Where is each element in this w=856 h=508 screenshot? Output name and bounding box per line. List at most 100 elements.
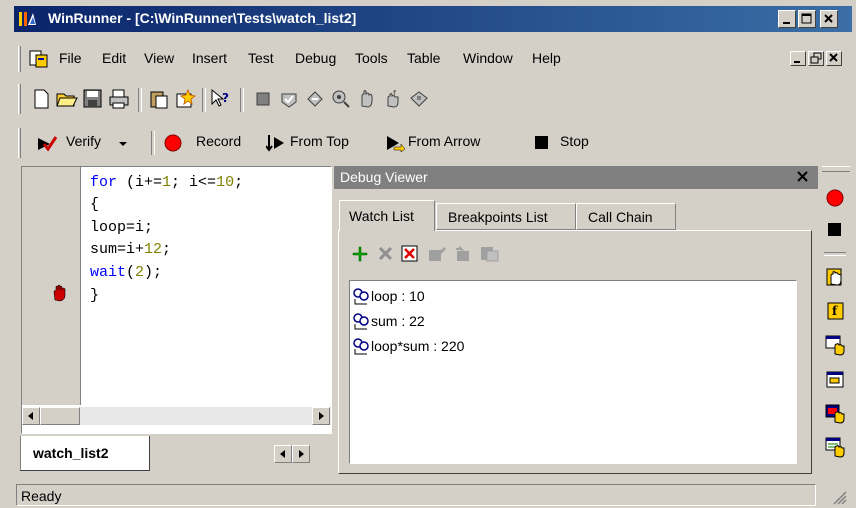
debug-viewer-header[interactable]: Debug Viewer	[334, 166, 818, 189]
tab-breakpoints-list[interactable]: Breakpoints List	[436, 203, 576, 230]
record-context-icon[interactable]	[252, 88, 274, 110]
watch-item-label: loop : 10	[371, 288, 425, 304]
svg-text:f: f	[393, 89, 396, 98]
tab-scroll-left-button[interactable]	[274, 445, 292, 463]
bitmap-checkpoint-icon[interactable]	[330, 88, 352, 110]
menubar-grip[interactable]	[18, 46, 22, 72]
editor-tab-strip: watch_list2	[18, 436, 332, 476]
toolbar-grip[interactable]	[18, 84, 22, 114]
restore-icon	[810, 52, 822, 64]
code-line-1[interactable]: for (i+=1; i<=10;	[90, 174, 243, 191]
menu-edit[interactable]: Edit	[102, 50, 126, 66]
verify-dropdown[interactable]: Verify	[36, 128, 154, 158]
paste-icon[interactable]	[148, 88, 170, 110]
new-icon[interactable]	[30, 88, 52, 110]
gutter-divider	[80, 167, 81, 405]
vertical-toolbar: f	[820, 166, 852, 478]
document-menu-icon[interactable]	[28, 48, 50, 70]
menu-table[interactable]: Table	[407, 50, 440, 66]
record-icon	[164, 134, 182, 152]
learn-icon[interactable]	[408, 88, 430, 110]
chevron-down-icon	[119, 142, 127, 146]
add-watch-icon[interactable]	[351, 245, 369, 263]
editor-tab-label: watch_list2	[33, 445, 109, 461]
toolbar-grip[interactable]	[822, 166, 850, 172]
toolbar-separator	[240, 88, 244, 112]
menu-test[interactable]: Test	[248, 50, 274, 66]
minimize-button[interactable]	[778, 10, 796, 28]
menu-file[interactable]: File	[59, 50, 82, 66]
mdi-minimize-button[interactable]	[790, 51, 806, 66]
open-folder-icon[interactable]	[56, 88, 78, 110]
toolbar-grip[interactable]	[18, 128, 22, 158]
edit-value-icon[interactable]	[454, 245, 474, 263]
run-from-top-button[interactable]: From Top	[266, 128, 378, 158]
scroll-right-button[interactable]	[312, 407, 330, 425]
function-hand-icon[interactable]: f	[382, 88, 404, 110]
save-icon[interactable]	[82, 88, 104, 110]
tab-watch-list2[interactable]: watch_list2	[20, 436, 150, 471]
arrow-left-icon	[28, 412, 33, 420]
from-arrow-label: From Arrow	[408, 133, 481, 149]
standard-toolbar: ? f	[14, 80, 852, 122]
delete-all-icon[interactable]	[401, 245, 421, 263]
close-icon[interactable]	[796, 170, 810, 184]
tab-watch-list[interactable]: Watch List	[339, 200, 435, 231]
scroll-thumb[interactable]	[40, 407, 80, 425]
stop-icon[interactable]	[827, 222, 843, 238]
code-line-4[interactable]: sum=i+12;	[90, 241, 171, 258]
code-line-3[interactable]: loop=i;	[90, 219, 153, 236]
tab-call-chain[interactable]: Call Chain	[576, 203, 676, 230]
toolbar-separator	[824, 252, 846, 256]
watch-item-label: loop*sum : 220	[371, 338, 465, 354]
window-hand-icon[interactable]	[825, 334, 847, 356]
scroll-left-button[interactable]	[22, 407, 40, 425]
mdi-restore-button[interactable]	[808, 51, 824, 66]
watch-item-label: sum : 22	[371, 313, 425, 329]
maximize-button[interactable]	[798, 10, 816, 28]
run-from-arrow-button[interactable]: From Arrow	[384, 128, 516, 158]
menu-tools[interactable]: Tools	[355, 50, 388, 66]
code-line-5[interactable]: wait(2);	[90, 264, 162, 281]
arrow-right-icon	[299, 450, 304, 458]
verify-label: Verify	[66, 133, 102, 149]
copy-to-clipboard-icon[interactable]	[479, 245, 501, 263]
print-icon[interactable]	[108, 88, 130, 110]
record-label: Record	[196, 133, 242, 149]
watch-glasses-icon	[353, 288, 369, 305]
sync-point-icon[interactable]	[304, 88, 326, 110]
mdi-close-button[interactable]	[826, 51, 842, 66]
database-hand-icon[interactable]	[825, 402, 847, 424]
gui-spy-icon[interactable]	[825, 266, 847, 288]
tab-scroll-right-button[interactable]	[292, 445, 310, 463]
code-line-6[interactable]: }	[90, 287, 99, 304]
winrunner-app-icon[interactable]	[18, 10, 38, 28]
menu-window[interactable]: Window	[463, 50, 513, 66]
watch-list[interactable]: loop : 10 sum : 22 loop*sum : 220	[349, 280, 797, 464]
close-button[interactable]	[820, 10, 838, 28]
delete-watch-icon[interactable]	[377, 245, 395, 263]
code-line-2[interactable]: {	[90, 196, 99, 213]
gui-map-icon[interactable]	[174, 88, 196, 110]
record-button[interactable]: Record	[162, 128, 270, 158]
breakpoint-hand-icon[interactable]	[50, 283, 70, 303]
title-bar[interactable]: WinRunner - [C:\WinRunner\Tests\watch_li…	[14, 6, 852, 32]
stop-button[interactable]: Stop	[534, 128, 604, 158]
menu-insert[interactable]: Insert	[192, 50, 227, 66]
checkpoint-icon[interactable]	[278, 88, 300, 110]
arrow-left-icon	[280, 450, 285, 458]
dialog-icon[interactable]	[825, 368, 847, 390]
tab-label: Watch List	[349, 208, 414, 224]
resize-grip-icon[interactable]	[830, 488, 848, 506]
menu-view[interactable]: View	[144, 50, 174, 66]
modify-watch-icon[interactable]	[428, 245, 448, 263]
function-generator-icon[interactable]: f	[825, 300, 847, 322]
gui-spy-hand-icon[interactable]	[356, 88, 378, 110]
from-top-label: From Top	[290, 133, 349, 149]
menu-help[interactable]: Help	[532, 50, 561, 66]
editor-horizontal-scrollbar[interactable]	[22, 407, 331, 425]
context-help-icon[interactable]: ?	[210, 88, 232, 110]
record-icon[interactable]	[825, 188, 845, 208]
table-hand-icon[interactable]	[825, 436, 847, 458]
menu-debug[interactable]: Debug	[295, 50, 336, 66]
